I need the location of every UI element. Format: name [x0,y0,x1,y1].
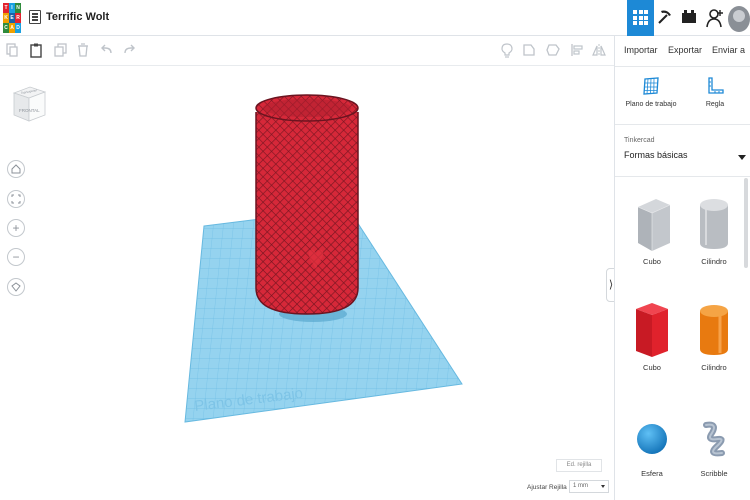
shape-item-scribble[interactable]: Scribble [686,411,742,478]
edit-toolbar [0,36,614,66]
import-button[interactable]: Importar [624,45,658,55]
edit-grid-button[interactable]: Ed. rejilla [556,459,602,472]
shape-item-box[interactable]: Cubo [624,299,680,372]
scene-canvas[interactable]: Plano de trabajo [0,66,606,500]
snap-grid-select[interactable]: 1 mm [569,480,609,493]
cube-hole-icon [637,199,671,251]
panel-divider [615,176,750,177]
shape-label: Cubo [643,257,661,266]
pickaxe-icon[interactable] [656,8,674,31]
panel-divider [615,66,750,67]
snap-grid-label: Ajustar Rejilla [527,484,567,491]
ruler-icon [708,77,724,94]
3d-workspace[interactable]: Plano de trabajo Top/superior FRONTAL + … [0,66,609,500]
home-view-button[interactable] [7,160,25,178]
delete-icon[interactable] [76,43,90,59]
mesh-cylinder-object[interactable] [255,94,359,315]
3d-view-grid-button[interactable] [627,0,654,36]
paste-icon[interactable] [29,43,43,59]
duplicate-icon[interactable] [53,43,67,59]
shape-label: Cilindro [701,257,727,266]
document-title[interactable]: Terrific Wolt [46,11,109,23]
group-icon[interactable] [546,43,560,59]
view-cube[interactable]: Top/superior FRONTAL [12,85,47,122]
library-label: Tinkercad [624,137,655,144]
shape-library-select[interactable]: Formas básicas [624,150,746,166]
design-list-icon[interactable] [29,10,41,24]
redo-icon[interactable] [122,43,136,59]
shapes-scrollbar[interactable] [744,178,748,268]
top-header: T I N K E R C A D Terrific Wolt [0,0,750,36]
mirror-icon[interactable] [592,43,606,59]
ruler-tool-label: Regla [705,101,725,108]
cylinder-solid-icon [700,305,728,355]
chevron-down-icon [738,155,746,160]
shape-item-cylinder[interactable]: Cilindro [686,299,742,372]
workplane-tool-label: Plano de trabajo [625,101,677,108]
sphere-icon [637,424,667,454]
shape-label: Cilindro [701,363,727,372]
cylinder-hole-icon [700,199,728,249]
shapes-icon[interactable] [522,43,536,59]
3d-view-grid-icon [633,10,648,25]
send-to-button[interactable]: Enviar a [712,45,745,55]
bricks-icon[interactable] [681,8,697,29]
export-button[interactable]: Exportar [668,45,702,55]
align-icon[interactable] [570,43,584,59]
viewcube-front-label: FRONTAL [19,108,40,113]
ruler-tool[interactable]: Regla [685,77,745,108]
shape-item-sphere[interactable]: Esfera [624,411,680,478]
shape-item-box-hole[interactable]: Cubo [624,193,680,266]
shape-label: Cubo [643,363,661,372]
shape-label: Scribble [700,469,728,478]
undo-icon[interactable] [100,43,114,59]
scribble-icon [703,421,725,457]
panel-divider [615,124,750,125]
workplane-icon [643,77,659,95]
zoom-out-button[interactable]: − [7,248,25,266]
shape-label: Esfera [641,469,663,478]
avatar[interactable] [728,6,750,32]
shape-library-value: Formas básicas [624,150,688,160]
right-panel: Importar Exportar Enviar a Plano de trab… [614,36,750,500]
shape-item-cylinder-hole[interactable]: Cilindro [686,193,742,266]
fit-view-button[interactable] [7,190,25,208]
cube-solid-icon [636,303,668,357]
perspective-toggle-button[interactable] [7,278,25,296]
tinkercad-logo[interactable]: T I N K E R C A D [3,3,21,33]
workplane-tool[interactable]: Plano de trabajo [621,77,681,108]
copy-icon[interactable] [5,43,19,59]
light-bulb-icon[interactable] [500,43,514,59]
zoom-in-button[interactable]: + [7,219,25,237]
add-user-icon[interactable] [706,8,724,33]
